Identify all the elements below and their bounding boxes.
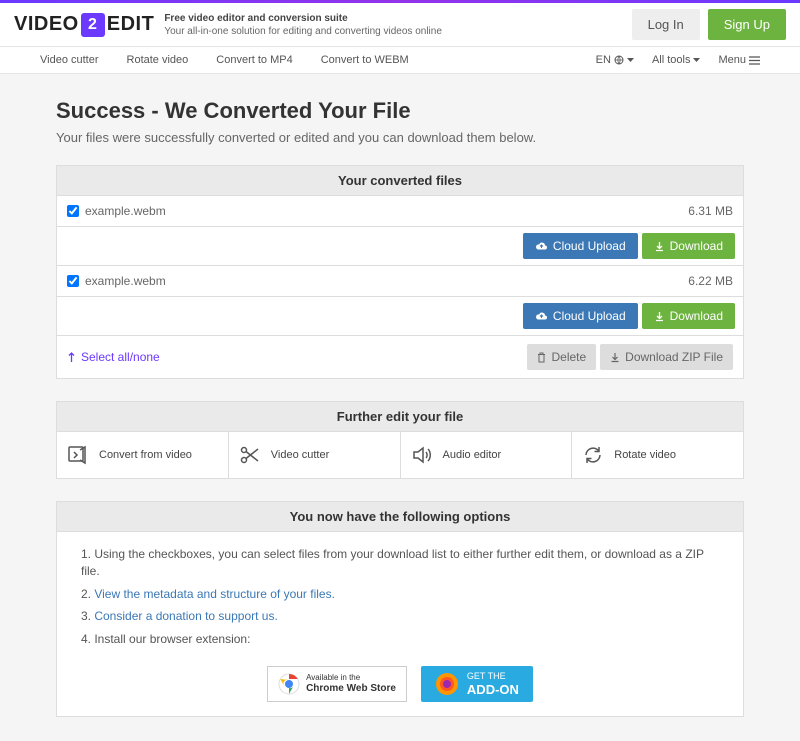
cloud-upload-button[interactable]: Cloud Upload bbox=[523, 303, 638, 329]
zip-label: Download ZIP File bbox=[625, 350, 723, 364]
select-all-label: Select all/none bbox=[81, 350, 160, 364]
scissors-icon bbox=[239, 444, 261, 466]
cloud-label: Cloud Upload bbox=[553, 239, 626, 253]
download-icon bbox=[654, 241, 665, 252]
chrome-line2: Chrome Web Store bbox=[306, 683, 396, 695]
chrome-store-badge[interactable]: Available in the Chrome Web Store bbox=[267, 666, 407, 702]
header-left: VIDEO 2 EDIT Free video editor and conve… bbox=[14, 12, 442, 38]
signup-button[interactable]: Sign Up bbox=[708, 9, 786, 40]
select-arrow-icon bbox=[67, 351, 76, 363]
item-label: Audio editor bbox=[443, 449, 502, 461]
globe-icon bbox=[614, 55, 624, 65]
chrome-line1: Available in the bbox=[306, 673, 396, 683]
audio-editor[interactable]: Audio editor bbox=[401, 432, 573, 478]
site-header: VIDEO 2 EDIT Free video editor and conve… bbox=[0, 3, 800, 47]
logo-number: 2 bbox=[88, 16, 97, 34]
chrome-icon bbox=[278, 673, 300, 695]
nav-video-cutter[interactable]: Video cutter bbox=[40, 54, 99, 66]
tagline-subtitle: Your all-in-one solution for editing and… bbox=[164, 25, 442, 38]
delete-button[interactable]: Delete bbox=[527, 344, 596, 370]
download-label: Download bbox=[670, 309, 723, 323]
chevron-down-icon bbox=[627, 58, 634, 63]
menu-label: Menu bbox=[718, 54, 746, 66]
further-heading: Further edit your file bbox=[56, 401, 744, 432]
delete-label: Delete bbox=[551, 350, 586, 364]
lang-label: EN bbox=[596, 54, 611, 66]
nav-convert-mp4[interactable]: Convert to MP4 bbox=[216, 54, 292, 66]
download-icon bbox=[610, 352, 620, 363]
download-button[interactable]: Download bbox=[642, 233, 735, 259]
cloud-label: Cloud Upload bbox=[553, 309, 626, 323]
rotate-video[interactable]: Rotate video bbox=[572, 432, 743, 478]
hamburger-icon bbox=[749, 56, 760, 65]
files-heading: Your converted files bbox=[56, 165, 744, 196]
file-checkbox[interactable] bbox=[67, 275, 79, 287]
metadata-link[interactable]: View the metadata and structure of your … bbox=[94, 587, 335, 601]
logo-number-badge: 2 bbox=[81, 13, 105, 37]
trash-icon bbox=[537, 352, 546, 363]
cloud-upload-icon bbox=[535, 241, 548, 251]
login-button[interactable]: Log In bbox=[632, 9, 700, 40]
download-icon bbox=[654, 311, 665, 322]
nav-bar: Video cutter Rotate video Convert to MP4… bbox=[0, 47, 800, 74]
page-title: Success - We Converted Your File bbox=[56, 98, 744, 124]
download-label: Download bbox=[670, 239, 723, 253]
file-actions: Cloud Upload Download bbox=[56, 297, 744, 336]
video-cutter[interactable]: Video cutter bbox=[229, 432, 401, 478]
ff-line1: GET THE bbox=[467, 671, 519, 682]
donation-link[interactable]: Consider a donation to support us. bbox=[94, 609, 277, 623]
download-button[interactable]: Download bbox=[642, 303, 735, 329]
option-item: Install our browser extension: bbox=[81, 631, 723, 648]
option-item: View the metadata and structure of your … bbox=[81, 586, 723, 603]
menu-toggle[interactable]: Menu bbox=[718, 54, 760, 66]
file-row: example.webm 6.22 MB bbox=[56, 266, 744, 297]
chevron-down-icon bbox=[693, 58, 700, 63]
file-size: 6.31 MB bbox=[688, 204, 733, 218]
nav-right: EN All tools Menu bbox=[596, 54, 760, 66]
file-name: example.webm bbox=[85, 204, 166, 218]
logo[interactable]: VIDEO 2 EDIT bbox=[14, 13, 154, 37]
ff-line2: ADD-ON bbox=[467, 682, 519, 698]
item-label: Video cutter bbox=[271, 449, 330, 461]
all-tools-label: All tools bbox=[652, 54, 691, 66]
file-row: example.webm 6.31 MB bbox=[56, 196, 744, 227]
bulk-actions-row: Select all/none Delete Download ZIP File bbox=[56, 336, 744, 379]
logo-text-post: EDIT bbox=[107, 13, 155, 36]
main-container: Success - We Converted Your File Your fi… bbox=[40, 74, 760, 741]
edit-icon bbox=[67, 444, 89, 466]
extension-badges: Available in the Chrome Web Store GET TH… bbox=[77, 666, 723, 702]
header-right: Log In Sign Up bbox=[632, 9, 786, 40]
item-label: Rotate video bbox=[614, 449, 676, 461]
further-edit-grid: Convert from video Video cutter Audio ed… bbox=[56, 432, 744, 479]
option-item: Consider a donation to support us. bbox=[81, 608, 723, 625]
firefox-icon bbox=[435, 672, 459, 696]
rotate-icon bbox=[582, 444, 604, 466]
logo-text-pre: VIDEO bbox=[14, 13, 79, 36]
file-size: 6.22 MB bbox=[688, 274, 733, 288]
item-label: Convert from video bbox=[99, 449, 192, 461]
select-all-link[interactable]: Select all/none bbox=[67, 350, 160, 364]
file-name: example.webm bbox=[85, 274, 166, 288]
firefox-addon-badge[interactable]: GET THE ADD-ON bbox=[421, 666, 533, 702]
file-actions: Cloud Upload Download bbox=[56, 227, 744, 266]
cloud-upload-icon bbox=[535, 311, 548, 321]
options-heading: You now have the following options bbox=[56, 501, 744, 532]
tagline: Free video editor and conversion suite Y… bbox=[164, 12, 442, 38]
tagline-title: Free video editor and conversion suite bbox=[164, 12, 442, 25]
file-checkbox[interactable] bbox=[67, 205, 79, 217]
nav-rotate-video[interactable]: Rotate video bbox=[127, 54, 189, 66]
language-selector[interactable]: EN bbox=[596, 54, 634, 66]
speaker-icon bbox=[411, 444, 433, 466]
nav-convert-webm[interactable]: Convert to WEBM bbox=[321, 54, 409, 66]
all-tools-menu[interactable]: All tools bbox=[652, 54, 701, 66]
options-panel: Using the checkboxes, you can select fil… bbox=[56, 532, 744, 717]
download-zip-button[interactable]: Download ZIP File bbox=[600, 344, 733, 370]
nav-left: Video cutter Rotate video Convert to MP4… bbox=[40, 54, 409, 66]
cloud-upload-button[interactable]: Cloud Upload bbox=[523, 233, 638, 259]
convert-from-video[interactable]: Convert from video bbox=[57, 432, 229, 478]
option-item: Using the checkboxes, you can select fil… bbox=[81, 546, 723, 580]
page-subtitle: Your files were successfully converted o… bbox=[56, 130, 744, 145]
